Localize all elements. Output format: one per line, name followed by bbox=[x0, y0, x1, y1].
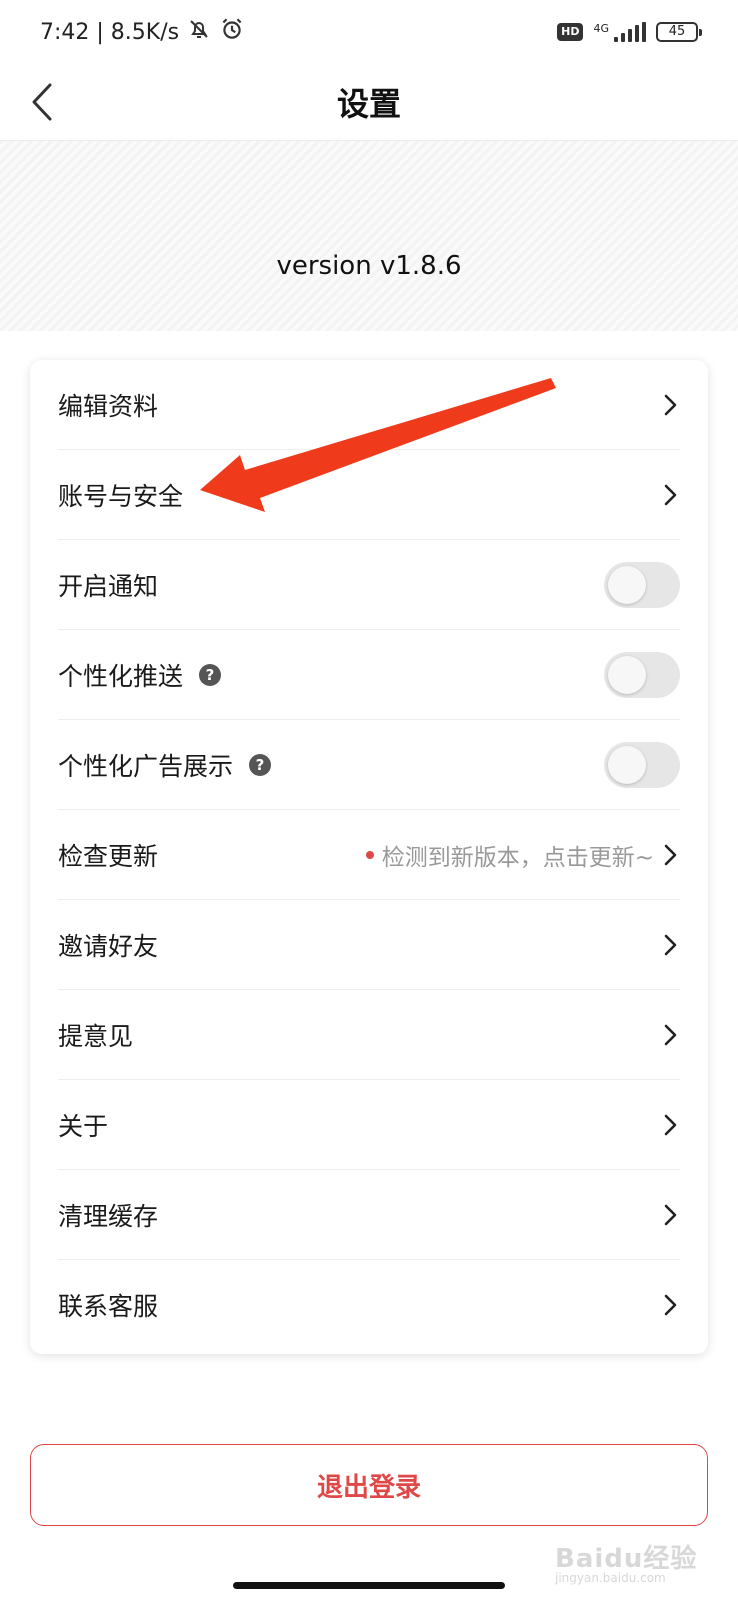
chevron-right-icon bbox=[660, 1113, 680, 1137]
settings-row-personalized-ads: 个性化广告展示 ? bbox=[58, 720, 680, 810]
update-hint-text: 检测到新版本，点击更新~ bbox=[381, 844, 654, 871]
settings-card: 编辑资料 账号与安全 开启通知 个性化推送 ? 个性化广告展示 ? 检查更新 检… bbox=[30, 360, 708, 1354]
settings-row-invite-friends[interactable]: 邀请好友 bbox=[58, 900, 680, 990]
row-label: 提意见 bbox=[58, 1021, 134, 1051]
row-label: 关于 bbox=[58, 1111, 109, 1141]
settings-row-clear-cache[interactable]: 清理缓存 bbox=[58, 1170, 680, 1260]
row-label: 联系客服 bbox=[58, 1292, 159, 1321]
help-icon[interactable]: ? bbox=[249, 753, 272, 776]
personalized-ads-toggle[interactable] bbox=[604, 741, 680, 788]
row-label: 清理缓存 bbox=[58, 1201, 159, 1231]
status-right: HD 4G 45 bbox=[557, 22, 702, 42]
version-banner: version v1.8.6 bbox=[0, 141, 738, 331]
page-title: 设置 bbox=[336, 85, 401, 123]
red-dot-icon bbox=[365, 850, 374, 859]
logout-button[interactable]: 退出登录 bbox=[30, 1444, 708, 1526]
chevron-right-icon bbox=[660, 1293, 680, 1317]
settings-row-feedback[interactable]: 提意见 bbox=[58, 990, 680, 1080]
settings-row-edit-profile[interactable]: 编辑资料 bbox=[58, 360, 680, 450]
settings-row-about[interactable]: 关于 bbox=[58, 1080, 680, 1170]
chevron-left-icon bbox=[32, 83, 52, 121]
settings-row-check-update[interactable]: 检查更新 检测到新版本，点击更新~ bbox=[58, 810, 680, 900]
chevron-right-icon bbox=[660, 1203, 680, 1227]
row-label: 账号与安全 bbox=[58, 481, 184, 511]
battery-level: 45 bbox=[668, 24, 686, 39]
nav-bar: 设置 bbox=[0, 64, 738, 141]
chevron-right-icon bbox=[660, 1023, 680, 1047]
row-label: 检查更新 bbox=[58, 841, 159, 871]
chevron-right-icon bbox=[660, 393, 680, 417]
settings-row-contact-support[interactable]: 联系客服 bbox=[58, 1260, 680, 1350]
row-label: 个性化广告展示 bbox=[58, 751, 234, 781]
chevron-right-icon bbox=[660, 843, 680, 867]
help-icon[interactable]: ? bbox=[199, 663, 222, 686]
status-time-speed: 7:42 | 8.5K/s bbox=[40, 19, 180, 45]
status-bar: 7:42 | 8.5K/s HD 4G 45 bbox=[0, 0, 738, 64]
back-button[interactable] bbox=[22, 78, 62, 126]
chevron-right-icon bbox=[660, 933, 680, 957]
row-label: 开启通知 bbox=[58, 571, 159, 601]
notifications-toggle[interactable] bbox=[604, 561, 680, 608]
version-label: version v1.8.6 bbox=[276, 251, 462, 281]
personalized-push-toggle[interactable] bbox=[604, 651, 680, 698]
row-label: 个性化推送 bbox=[58, 661, 184, 691]
row-label: 编辑资料 bbox=[58, 391, 159, 421]
mute-bell-icon bbox=[187, 17, 211, 47]
watermark-text: Baidu经验 bbox=[555, 1544, 698, 1574]
home-indicator[interactable] bbox=[233, 1582, 505, 1589]
settings-row-personalized-push: 个性化推送 ? bbox=[58, 630, 680, 720]
hd-badge: HD bbox=[557, 23, 584, 41]
update-hint: 检测到新版本，点击更新~ bbox=[365, 838, 654, 872]
chevron-right-icon bbox=[660, 483, 680, 507]
settings-row-account-security[interactable]: 账号与安全 bbox=[58, 450, 680, 540]
network-type: 4G bbox=[593, 22, 609, 35]
signal-icon: 4G bbox=[593, 22, 646, 42]
alarm-icon bbox=[219, 16, 245, 48]
row-label: 邀请好友 bbox=[58, 931, 159, 961]
status-left: 7:42 | 8.5K/s bbox=[40, 16, 245, 48]
battery-icon: 45 bbox=[656, 22, 702, 42]
settings-row-notifications: 开启通知 bbox=[58, 540, 680, 630]
baidu-watermark: Baidu经验 jingyan.baidu.com bbox=[555, 1538, 697, 1585]
